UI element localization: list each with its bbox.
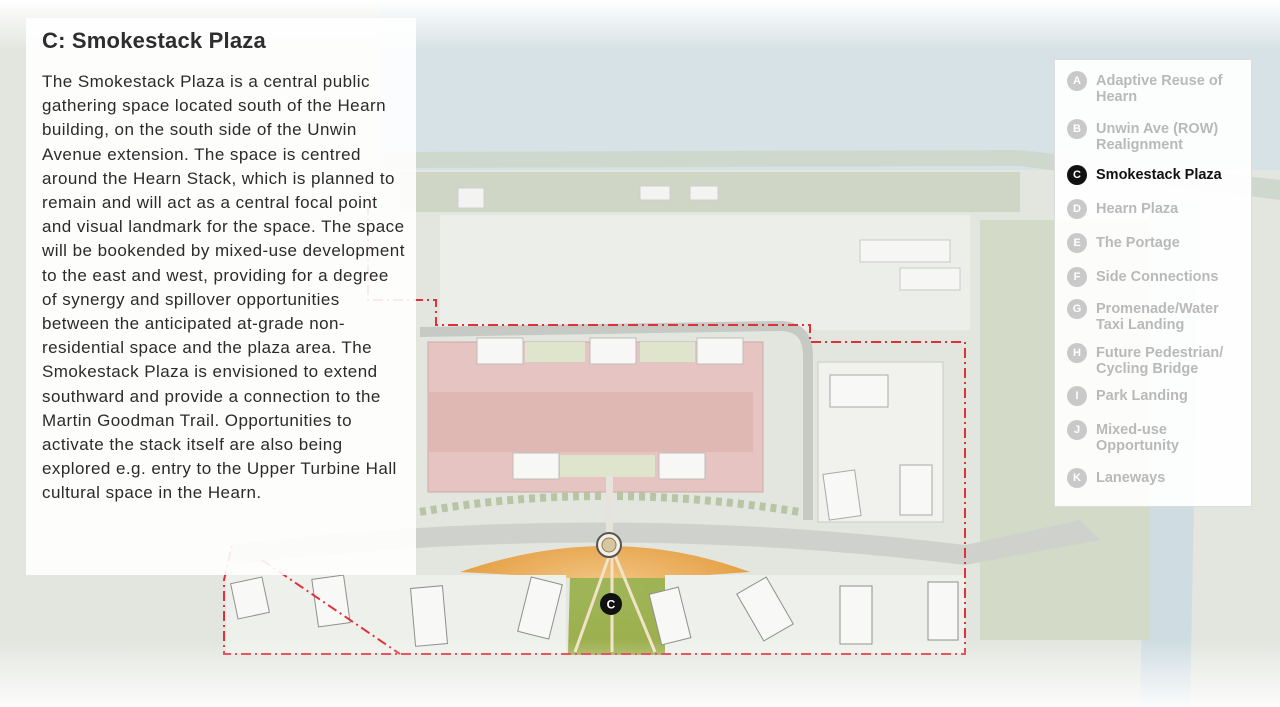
- south-building-2: [311, 574, 351, 628]
- east-building-3: [822, 469, 862, 521]
- legend-item-label: Side Connections: [1096, 269, 1219, 285]
- legend-item-g[interactable]: G Promenade/Water Taxi Landing: [1067, 299, 1246, 333]
- hearn-green-1: [525, 342, 585, 362]
- legend-item-label: The Portage: [1096, 235, 1180, 251]
- legend-badge-icon: H: [1067, 343, 1087, 363]
- legend-item-label: Mixed-use Opportunity: [1096, 422, 1179, 454]
- north-building-1: [859, 239, 951, 263]
- south-building-1: [230, 576, 270, 620]
- legend-badge-icon: E: [1067, 233, 1087, 253]
- legend-item-label: Laneways: [1096, 470, 1166, 486]
- legend-item-k[interactable]: K Laneways: [1067, 468, 1246, 488]
- legend-item-label: Park Landing: [1096, 388, 1188, 404]
- legend-item-j[interactable]: J Mixed-use Opportunity: [1067, 420, 1246, 454]
- legend-item-label: Smokestack Plaza: [1096, 167, 1222, 183]
- legend-badge-icon: G: [1067, 299, 1087, 319]
- page-title: C: Smokestack Plaza: [42, 28, 266, 53]
- south-building-3: [409, 585, 449, 647]
- legend-panel: A Adaptive Reuse of Hearn B Unwin Ave (ROW)…: [1054, 59, 1252, 507]
- hearn-roof-3: [696, 337, 744, 365]
- shore-building-1: [639, 185, 671, 201]
- legend-badge-icon: D: [1067, 199, 1087, 219]
- legend-item-h[interactable]: H Future Pedestrian/ Cycling Bridge: [1067, 343, 1246, 377]
- stack-connector: [606, 476, 613, 536]
- legend-item-b[interactable]: B Unwin Ave (ROW) Realignment: [1067, 119, 1246, 153]
- legend-item-c[interactable]: C Smokestack Plaza: [1067, 165, 1246, 185]
- smokestack-inner: [601, 537, 617, 553]
- south-building-7: [839, 585, 873, 645]
- legend-item-d[interactable]: D Hearn Plaza: [1067, 199, 1246, 219]
- east-building-2: [899, 464, 933, 516]
- legend-badge-icon: F: [1067, 267, 1087, 287]
- marker-label: C: [607, 598, 616, 612]
- shore-building-3: [457, 187, 485, 209]
- hearn-roof-1: [476, 337, 524, 365]
- legend-item-label: Unwin Ave (ROW) Realignment: [1096, 121, 1219, 153]
- description-text: The Smokestack Plaza is a central public…: [42, 72, 405, 503]
- marker-c-icon[interactable]: C: [600, 593, 622, 615]
- north-building-2: [899, 267, 961, 291]
- hearn-roof-band: [428, 392, 753, 452]
- legend-item-i[interactable]: I Park Landing: [1067, 386, 1246, 406]
- legend-item-label: Promenade/Water Taxi Landing: [1096, 301, 1219, 333]
- east-building-1: [829, 374, 889, 408]
- north-lot: [440, 215, 970, 330]
- legend-item-label: Future Pedestrian/ Cycling Bridge: [1096, 345, 1224, 377]
- legend-item-e[interactable]: E The Portage: [1067, 233, 1246, 253]
- hearn-roof-5: [658, 452, 706, 480]
- hearn-roof-2: [589, 337, 637, 365]
- legend-badge-icon: J: [1067, 420, 1087, 440]
- hearn-green-3: [560, 455, 655, 477]
- legend-badge-icon: C: [1067, 165, 1087, 185]
- legend-badge-icon: B: [1067, 119, 1087, 139]
- legend-item-label: Hearn Plaza: [1096, 201, 1179, 217]
- bottom-fade: [0, 640, 1280, 707]
- info-panel: C: Smokestack Plaza The Smokestack Plaza…: [26, 18, 416, 575]
- hearn-roof-4: [512, 452, 560, 480]
- legend-badge-icon: K: [1067, 468, 1087, 488]
- south-building-8: [927, 581, 959, 641]
- legend-item-f[interactable]: F Side Connections: [1067, 267, 1246, 287]
- legend-badge-icon: A: [1067, 71, 1087, 91]
- shore-building-2: [689, 185, 719, 201]
- legend-item-label: Adaptive Reuse of Hearn: [1096, 73, 1223, 105]
- legend-item-a[interactable]: A Adaptive Reuse of Hearn: [1067, 71, 1246, 105]
- hearn-green-2: [640, 342, 695, 362]
- legend-badge-icon: I: [1067, 386, 1087, 406]
